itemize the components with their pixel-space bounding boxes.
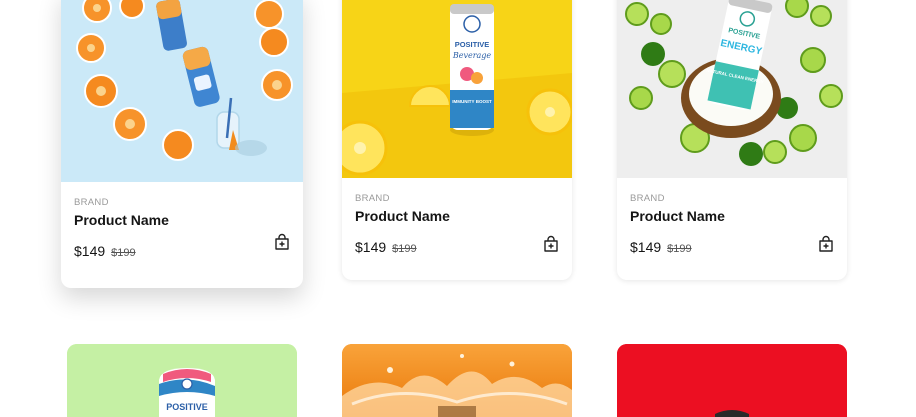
product-image[interactable]: POSITIVE ENERGY NATURAL CLEAN ENERGY	[617, 0, 847, 178]
product-brand: BRAND	[74, 197, 109, 208]
product-image[interactable]: POSITIVE	[67, 344, 297, 417]
can-boost-text: IMMUNITY BOOST	[452, 99, 492, 104]
can-brand-text: POSITIVE	[455, 40, 490, 49]
can-subbrand-text: Beverage	[452, 51, 492, 60]
product-image[interactable]: POSITIVE Beverage IMMUNITY BOOST	[342, 0, 572, 178]
product-brand: BRAND	[630, 193, 665, 204]
product-image[interactable]	[617, 344, 847, 417]
splash-on-orange-photo	[342, 344, 572, 417]
product-price: $149	[355, 239, 387, 255]
shopping-bag-plus-icon	[275, 233, 289, 250]
product-card[interactable]: POSITIVE	[67, 344, 297, 417]
product-price: $149	[630, 239, 662, 255]
can-brand-text: POSITIVE	[166, 402, 208, 412]
product-name[interactable]: Product Name	[630, 208, 834, 224]
add-to-cart-button[interactable]	[817, 235, 835, 253]
limes-coconut-and-can-photo: POSITIVE ENERGY NATURAL CLEAN ENERGY	[617, 0, 847, 178]
product-name[interactable]: Product Name	[74, 212, 290, 228]
oranges-and-cans-photo	[61, 0, 303, 182]
product-old-price: $199	[667, 243, 692, 255]
product-image[interactable]	[342, 344, 572, 417]
shopping-bag-plus-icon	[544, 235, 558, 252]
product-image[interactable]	[61, 0, 303, 182]
product-card[interactable]: BRAND Product Name $149 $199	[61, 0, 303, 288]
can-on-red-photo	[617, 344, 847, 417]
product-price: $149	[74, 243, 106, 259]
shopping-bag-plus-icon	[819, 235, 833, 252]
product-card[interactable]: POSITIVE Beverage IMMUNITY BOOST BRAND P…	[342, 0, 572, 280]
lemons-and-can-photo: POSITIVE Beverage IMMUNITY BOOST	[342, 0, 572, 178]
add-to-cart-button[interactable]	[542, 235, 560, 253]
product-card[interactable]	[617, 344, 847, 417]
can-on-green-photo: POSITIVE	[67, 344, 297, 417]
product-name[interactable]: Product Name	[355, 208, 559, 224]
product-card[interactable]	[342, 344, 572, 417]
add-to-cart-button[interactable]	[273, 233, 291, 251]
product-brand: BRAND	[355, 193, 390, 204]
product-card[interactable]: POSITIVE ENERGY NATURAL CLEAN ENERGY BRA…	[617, 0, 847, 280]
product-old-price: $199	[111, 247, 136, 259]
product-old-price: $199	[392, 243, 417, 255]
